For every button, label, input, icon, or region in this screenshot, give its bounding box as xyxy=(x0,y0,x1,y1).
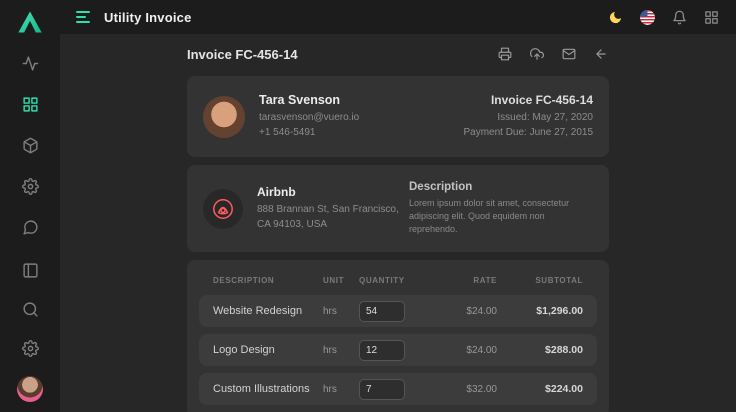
table-row: Custom Illustrations hrs $32.00 $224.00 xyxy=(199,373,597,405)
item-description: Logo Design xyxy=(213,344,323,356)
gear-icon xyxy=(22,178,39,195)
notifications-button[interactable] xyxy=(670,8,688,26)
page-title: Invoice FC-456-14 xyxy=(187,47,298,62)
client-avatar xyxy=(203,96,245,138)
header-description: DESCRIPTION xyxy=(213,276,323,285)
top-navbar: Utility Invoice xyxy=(60,0,736,34)
quantity-input[interactable] xyxy=(359,340,405,361)
item-unit: hrs xyxy=(323,345,359,356)
header-subtotal: SUBTOTAL xyxy=(497,276,583,285)
company-name: Airbnb xyxy=(257,185,399,199)
sidebar-item-panels[interactable] xyxy=(19,259,41,281)
invoice-due-date: Payment Due: June 27, 2015 xyxy=(463,125,593,140)
sidebar-bottom-nav xyxy=(17,259,43,402)
item-unit: hrs xyxy=(323,306,359,317)
company-address-line2: CA 94103, USA xyxy=(257,217,399,232)
page-actions xyxy=(497,46,609,62)
back-button[interactable] xyxy=(593,46,609,62)
sidebar-item-messages[interactable] xyxy=(19,216,41,238)
item-subtotal: $288.00 xyxy=(497,344,583,356)
item-subtotal: $1,296.00 xyxy=(497,305,583,317)
company-card: Airbnb 888 Brannan St, San Francisco, CA… xyxy=(187,165,609,252)
print-button[interactable] xyxy=(497,46,513,62)
user-avatar[interactable] xyxy=(17,376,43,402)
back-arrow-icon xyxy=(594,47,608,61)
airbnb-icon xyxy=(211,197,235,221)
invoice-number: Invoice FC-456-14 xyxy=(463,93,593,107)
client-card: Tara Svenson tarasvenson@vuero.io +1 546… xyxy=(187,76,609,157)
chat-icon xyxy=(22,219,39,236)
sidebar-item-preferences[interactable] xyxy=(19,337,41,359)
theme-toggle-button[interactable] xyxy=(606,8,624,26)
sidebar-item-products[interactable] xyxy=(19,134,41,156)
menu-toggle-button[interactable] xyxy=(74,9,92,25)
description-heading: Description xyxy=(409,181,593,193)
client-email: tarasvenson@vuero.io xyxy=(259,110,359,125)
moon-icon xyxy=(608,10,623,25)
language-selector-button[interactable] xyxy=(638,8,656,26)
menu-icon xyxy=(76,11,90,13)
mail-icon xyxy=(562,47,576,61)
navbar-actions xyxy=(606,8,720,26)
panels-icon xyxy=(22,262,39,279)
apps-menu-button[interactable] xyxy=(702,8,720,26)
item-unit: hrs xyxy=(323,384,359,395)
sidebar-item-activity[interactable] xyxy=(19,52,41,74)
send-mail-button[interactable] xyxy=(561,46,577,62)
quantity-input[interactable] xyxy=(359,301,405,322)
settings-icon xyxy=(22,340,39,357)
bell-icon xyxy=(672,10,687,25)
page-header: Invoice FC-456-14 xyxy=(187,46,609,62)
logo-triangle-icon xyxy=(16,8,44,36)
invoice-items-table: DESCRIPTION UNIT QUANTITY RATE SUBTOTAL … xyxy=(187,260,609,412)
activity-icon xyxy=(22,55,39,72)
app-window: Utility Invoice xyxy=(0,0,736,412)
header-quantity: QUANTITY xyxy=(359,276,425,285)
print-icon xyxy=(498,47,512,61)
content-area: Invoice FC-456-14 xyxy=(60,34,736,412)
quantity-input[interactable] xyxy=(359,379,405,400)
item-description: Website Redesign xyxy=(213,305,323,317)
description-text: Lorem ipsum dolor sit amet, consectetur … xyxy=(409,197,593,236)
main-area: Utility Invoice xyxy=(60,0,736,412)
sidebar-main-nav xyxy=(19,52,41,238)
item-rate: $32.00 xyxy=(425,384,497,395)
search-icon xyxy=(22,301,39,318)
company-logo xyxy=(203,189,243,229)
menu-icon xyxy=(76,21,90,23)
item-rate: $24.00 xyxy=(425,345,497,356)
upload-button[interactable] xyxy=(529,46,545,62)
app-logo[interactable] xyxy=(16,8,44,36)
app-title: Utility Invoice xyxy=(104,10,192,25)
sidebar-item-dashboard[interactable] xyxy=(19,93,41,115)
sidebar xyxy=(0,0,60,412)
apps-grid-icon xyxy=(704,10,719,25)
sidebar-item-search[interactable] xyxy=(19,298,41,320)
client-phone: +1 546-5491 xyxy=(259,125,359,140)
table-row: Logo Design hrs $24.00 $288.00 xyxy=(199,334,597,366)
box-icon xyxy=(22,137,39,154)
invoice-issued-date: Issued: May 27, 2020 xyxy=(463,110,593,125)
client-name: Tara Svenson xyxy=(259,93,359,107)
table-header-row: DESCRIPTION UNIT QUANTITY RATE SUBTOTAL xyxy=(199,272,597,285)
sidebar-item-settings[interactable] xyxy=(19,175,41,197)
item-description: Custom Illustrations xyxy=(213,383,323,395)
dashboard-grid-icon xyxy=(22,96,39,113)
item-subtotal: $224.00 xyxy=(497,383,583,395)
header-rate: RATE xyxy=(425,276,497,285)
upload-cloud-icon xyxy=(530,47,544,61)
us-flag-icon xyxy=(640,10,655,25)
table-row: Website Redesign hrs $24.00 $1,296.00 xyxy=(199,295,597,327)
menu-icon xyxy=(76,16,86,18)
company-address-line1: 888 Brannan St, San Francisco, xyxy=(257,202,399,217)
item-rate: $24.00 xyxy=(425,306,497,317)
header-unit: UNIT xyxy=(323,276,359,285)
